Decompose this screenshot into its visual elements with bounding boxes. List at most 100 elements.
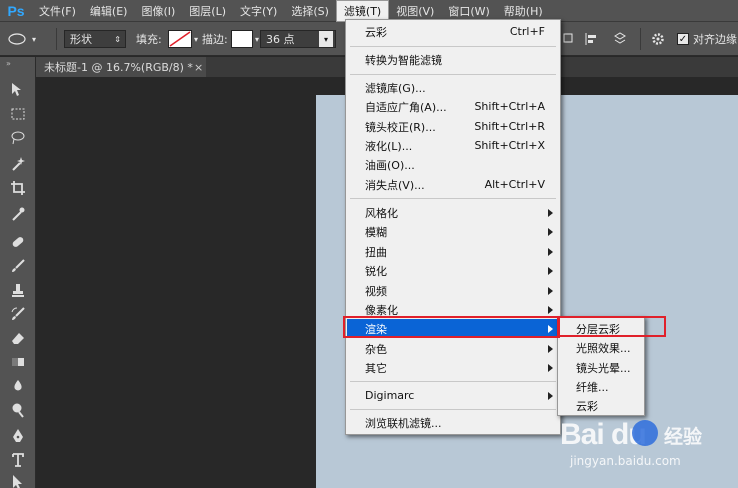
menu-item-label: 光照效果... (576, 341, 631, 355)
menu-layer[interactable]: 图层(L) (182, 0, 233, 22)
menu-item-sharpen[interactable]: 锐化 (347, 261, 559, 280)
stroke-size-field[interactable]: 36 点 ▾ (260, 30, 336, 48)
path-operations-icon[interactable] (562, 30, 576, 48)
ellipse-tool-preset[interactable]: ▾ (8, 30, 36, 48)
chevron-down-icon: ▾ (32, 34, 37, 44)
ellipse-shape-icon (8, 33, 26, 45)
menu-item-shortcut: Shift+Ctrl+R (474, 120, 545, 133)
menu-item-label: 风格化 (365, 206, 398, 220)
type-tool-icon[interactable] (4, 449, 32, 471)
submenu-arrow-icon (548, 391, 553, 400)
menu-separator (350, 74, 556, 75)
stroke-label: 描边: (202, 33, 228, 46)
submenu-arrow-icon (548, 363, 553, 372)
stamp-tool-icon[interactable] (4, 279, 32, 301)
filter-menu: 云彩 Ctrl+F 转换为智能滤镜 滤镜库(G)... 自适应广角(A)... … (345, 19, 561, 435)
menu-item-shortcut: Shift+Ctrl+A (474, 100, 545, 113)
align-edges-checkbox[interactable]: ✓ (677, 33, 689, 45)
menu-file[interactable]: 文件(F) (32, 0, 83, 22)
menu-edit[interactable]: 编辑(E) (83, 0, 135, 22)
photoshop-logo: Ps (7, 2, 25, 19)
menu-item-fibers[interactable]: 纤维... (559, 377, 643, 396)
submenu-arrow-icon (548, 266, 553, 275)
menu-item-noise[interactable]: 杂色 (347, 339, 559, 358)
document-tab-title: 未标题-1 @ 16.7%(RGB/8) * (44, 61, 193, 74)
menu-separator (350, 46, 556, 47)
fill-swatch[interactable] (168, 30, 192, 48)
menu-item-stylize[interactable]: 风格化 (347, 203, 559, 222)
eraser-tool-icon[interactable] (4, 327, 32, 349)
menu-item-label: 消失点(V)... (365, 178, 425, 192)
menu-item-oil-paint[interactable]: 油画(O)... (347, 155, 559, 174)
eyedropper-tool-icon[interactable] (4, 203, 32, 225)
move-tool-icon[interactable] (4, 79, 32, 101)
shape-mode-select[interactable]: 形状 ⇕ (64, 30, 126, 48)
chevron-down-icon[interactable]: ▾ (319, 31, 333, 47)
menu-item-label: 云彩 (365, 25, 387, 39)
tools-panel: » (0, 57, 36, 488)
menu-item-label: 扭曲 (365, 245, 387, 259)
submenu-arrow-icon (548, 208, 553, 217)
chevron-down-icon: ▾ (255, 34, 260, 44)
menu-item-browse-filters-online[interactable]: 浏览联机滤镜... (347, 413, 559, 432)
menu-item-label: 杂色 (365, 342, 387, 356)
divider (640, 28, 641, 50)
document-tab[interactable]: 未标题-1 @ 16.7%(RGB/8) * (36, 57, 206, 77)
menu-item-digimarc[interactable]: Digimarc (347, 386, 559, 405)
pen-tool-icon[interactable] (4, 425, 32, 447)
magic-wand-tool-icon[interactable] (4, 153, 32, 175)
menu-item-distort[interactable]: 扭曲 (347, 242, 559, 261)
crop-tool-icon[interactable] (4, 177, 32, 199)
path-arrangement-icon[interactable] (612, 30, 628, 48)
menu-item-liquify[interactable]: 液化(L)... Shift+Ctrl+X (347, 136, 559, 155)
history-brush-tool-icon[interactable] (4, 303, 32, 325)
menu-item-label: 视频 (365, 284, 387, 298)
menu-item-label: 纤维... (576, 380, 609, 394)
gradient-tool-icon[interactable] (4, 351, 32, 373)
submenu-arrow-icon (548, 305, 553, 314)
menu-item-convert-smart-filters[interactable]: 转换为智能滤镜 (347, 50, 559, 69)
dodge-tool-icon[interactable] (4, 399, 32, 421)
menu-item-video[interactable]: 视频 (347, 281, 559, 300)
align-edges-label: 对齐边缘 (693, 33, 737, 46)
menu-item-label: 其它 (365, 361, 387, 375)
menu-item-shortcut: Shift+Ctrl+X (474, 139, 545, 152)
brush-tool-icon[interactable] (4, 255, 32, 277)
stroke-swatch[interactable] (231, 30, 253, 48)
menu-item-blur[interactable]: 模糊 (347, 222, 559, 241)
baidu-jingyan-watermark: Bai du 经验 jingyan.baidu.com (560, 410, 738, 488)
chevron-down-icon: ▾ (194, 34, 199, 44)
path-alignment-icon[interactable] (584, 30, 598, 48)
menu-item-lens-flare[interactable]: 镜头光晕... (559, 358, 643, 377)
menu-item-filter-gallery[interactable]: 滤镜库(G)... (347, 78, 559, 97)
healing-brush-tool-icon[interactable] (4, 231, 32, 253)
menu-item-vanishing-point[interactable]: 消失点(V)... Alt+Ctrl+V (347, 175, 559, 194)
menu-item-lens-correction[interactable]: 镜头校正(R)... Shift+Ctrl+R (347, 117, 559, 136)
menu-item-label: 自适应广角(A)... (365, 100, 447, 114)
jingyan-text: 经验 (664, 426, 703, 448)
close-icon[interactable]: × (194, 57, 203, 77)
submenu-arrow-icon (548, 227, 553, 236)
menu-separator (350, 409, 556, 410)
menu-item-lighting-effects[interactable]: 光照效果... (559, 338, 643, 357)
lasso-tool-icon[interactable] (4, 127, 32, 149)
menu-select[interactable]: 选择(S) (284, 0, 336, 22)
gear-icon[interactable] (651, 30, 665, 48)
collapse-icon[interactable]: » (6, 59, 11, 68)
menu-item-other[interactable]: 其它 (347, 358, 559, 377)
blur-tool-icon[interactable] (4, 375, 32, 397)
menu-image[interactable]: 图像(I) (134, 0, 182, 22)
submenu-arrow-icon (548, 344, 553, 353)
menu-type[interactable]: 文字(Y) (233, 0, 284, 22)
submenu-arrow-icon (548, 247, 553, 256)
menu-item-clouds-last[interactable]: 云彩 Ctrl+F (347, 22, 559, 41)
submenu-arrow-icon (548, 286, 553, 295)
highlight-box-render (343, 316, 560, 338)
paw-icon (632, 420, 658, 446)
menu-item-adaptive-wide-angle[interactable]: 自适应广角(A)... Shift+Ctrl+A (347, 97, 559, 116)
menu-item-label: Digimarc (365, 389, 415, 402)
watermark-url: jingyan.baidu.com (570, 454, 681, 468)
marquee-tool-icon[interactable] (4, 103, 32, 125)
path-selection-tool-icon[interactable] (4, 471, 32, 488)
menu-item-label: 锐化 (365, 264, 387, 278)
